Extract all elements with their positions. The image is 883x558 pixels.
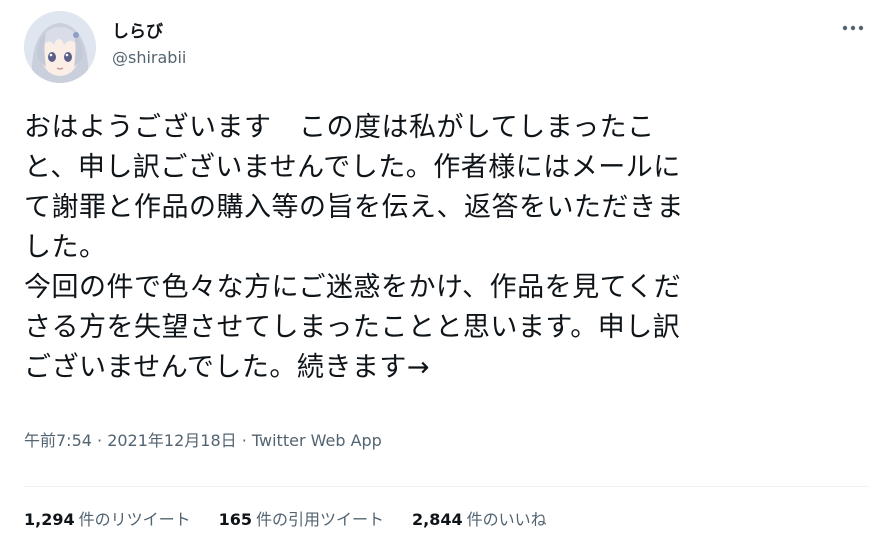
user-names: しらび @shirabii [112, 21, 186, 68]
likes-count: 2,844 [412, 510, 463, 529]
tweet-header: しらび @shirabii [24, 11, 869, 83]
tweet-card: しらび @shirabii おはようございます この度は私がしてしまったこ と、… [0, 0, 883, 558]
quotes-count: 165 [218, 510, 253, 529]
user-handle[interactable]: @shirabii [112, 47, 186, 68]
more-dots-icon [842, 25, 864, 31]
display-name[interactable]: しらび [112, 21, 186, 43]
retweets-stat[interactable]: 1,294 件のリツイート [24, 508, 191, 532]
retweets-count: 1,294 [24, 510, 75, 529]
avatar[interactable] [24, 11, 96, 83]
likes-label: 件のいいね [466, 510, 547, 529]
tweet-stats: 1,294 件のリツイート 165 件の引用ツイート 2,844 件のいいね [24, 508, 547, 532]
tweet-meta: 午前7:54 · 2021年12月18日 · Twitter Web App [24, 430, 382, 452]
quotes-label: 件の引用ツイート [256, 510, 385, 529]
retweets-label: 件のリツイート [78, 510, 191, 529]
tweet-source-link[interactable]: Twitter Web App [252, 431, 382, 450]
avatar-illustration-icon [24, 11, 96, 83]
likes-stat[interactable]: 2,844 件のいいね [412, 508, 547, 532]
quotes-stat[interactable]: 165 件の引用ツイート [219, 508, 384, 532]
tweet-text: おはようございます この度は私がしてしまったこ と、申し訳ございませんでした。作… [24, 112, 684, 383]
tweet-timestamp[interactable]: 午前7:54 · 2021年12月18日 · [24, 431, 252, 450]
more-button[interactable] [837, 17, 869, 39]
divider [24, 486, 869, 487]
